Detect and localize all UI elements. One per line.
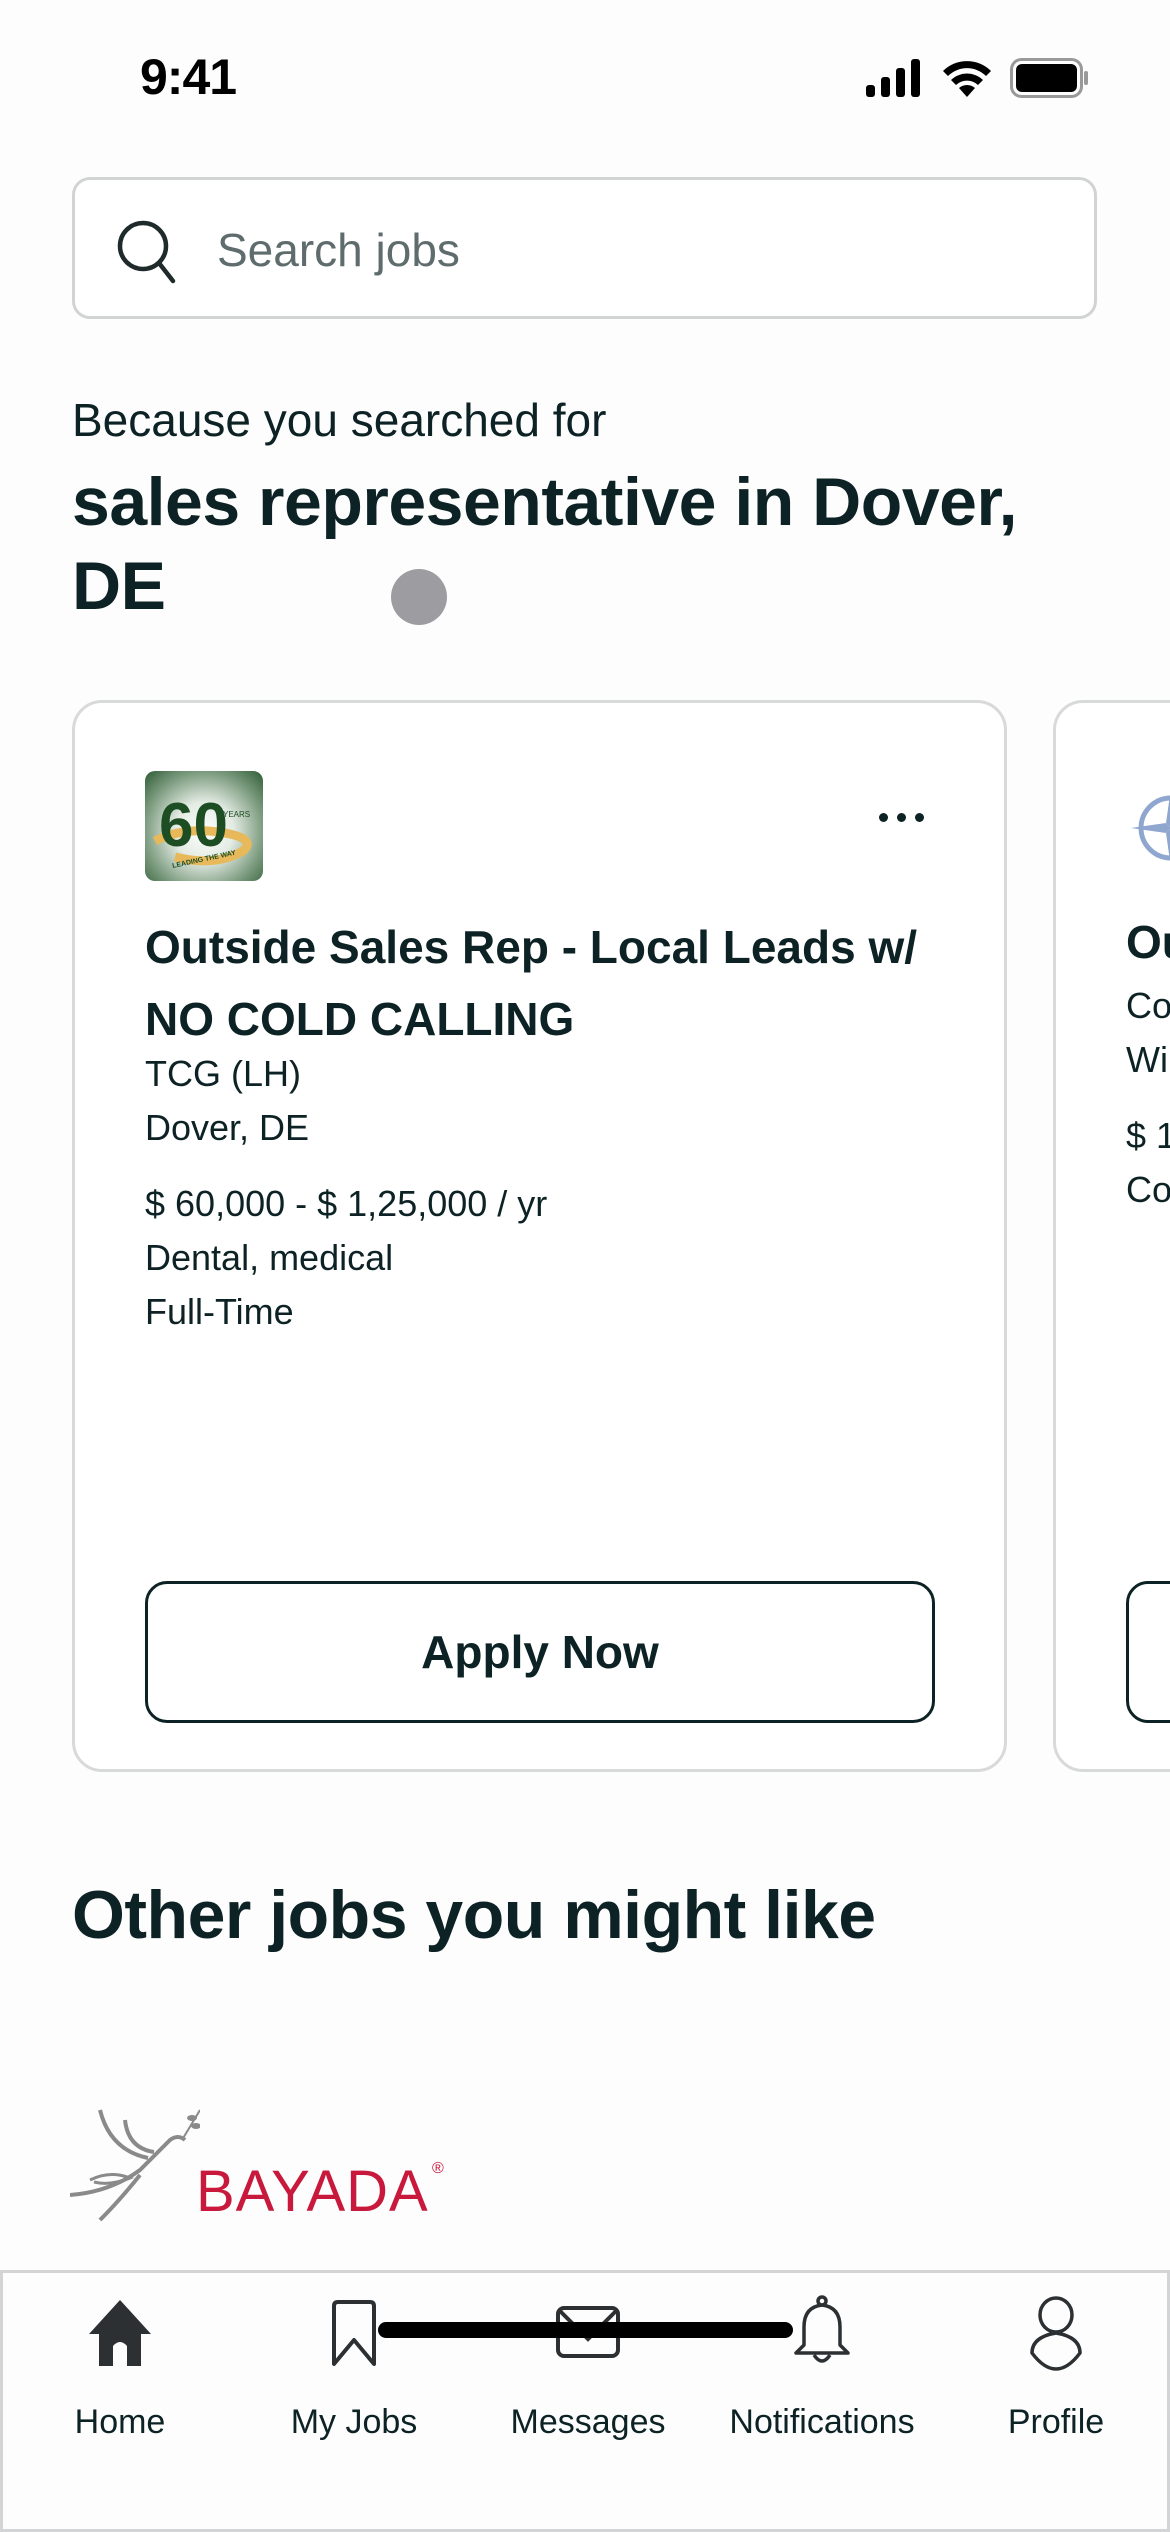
job-type: Full-Time [145,1291,294,1332]
apply-now-button[interactable]: Apply Now [145,1581,935,1723]
job-card[interactable]: Ou Co Wi $ 1 Co [1053,700,1170,1772]
status-icons [866,58,1090,98]
job-title[interactable]: Outside Sales Rep - Local Leads w/ NO CO… [145,911,945,1055]
home-icon [89,2300,151,2366]
more-horizontal-icon [915,813,924,822]
logo-years: YEARS [223,810,250,819]
job-pay: $ 60,000 - $ 1,25,000 / yr [145,1183,548,1224]
more-horizontal-icon [879,813,888,822]
search-input[interactable] [217,210,1057,290]
job-pay: $ 1 [1126,1115,1170,1156]
job-location: Dover, DE [145,1107,310,1148]
tab-label: Notifications [729,2403,915,2441]
job-benefits: Co [1126,1169,1170,1210]
job-location: Wi [1126,1039,1168,1080]
logo-number: 60 [159,791,228,860]
tab-label: Profile [1007,2403,1105,2441]
search-icon [117,220,176,284]
wifi-icon [943,61,991,97]
recommendation-query: sales representative in Dover, DE [72,464,1018,624]
section-title-other-jobs: Other jobs you might like [72,1877,876,1953]
compass-logo-icon [1131,795,1170,861]
tab-home[interactable]: Home [3,2293,237,2453]
tab-bar: Home My Jobs Messages Notifications Prof… [0,2270,1170,2532]
touch-indicator [391,569,447,625]
tab-label: My Jobs [290,2403,418,2441]
tab-label: Home [74,2403,166,2441]
apply-now-button[interactable] [1126,1581,1170,1723]
tab-my-jobs[interactable]: My Jobs [237,2293,471,2453]
tab-label: Messages [510,2403,666,2441]
job-card[interactable]: 60 YEARS LEADING THE WAY Outside Sales R… [72,700,1007,1772]
bayada-logo[interactable]: BAYADA ® [69,2100,450,2230]
bell-icon [794,2295,850,2363]
status-bar: 9:41 [0,0,1170,150]
more-horizontal-icon [897,813,906,822]
home-indicator[interactable] [378,2322,793,2338]
company-logo: 60 YEARS LEADING THE WAY [145,771,263,881]
job-company: Co [1126,985,1170,1026]
job-benefits: Dental, medical [145,1237,394,1278]
recommendation-intro: Because you searched for [72,394,607,446]
registered-mark: ® [432,2160,444,2177]
person-icon [1030,2296,1082,2371]
sixty-years-logo-icon: 60 YEARS LEADING THE WAY [152,791,252,870]
cellular-signal-icon [866,59,920,97]
dove-icon [69,2109,201,2222]
battery-icon [1010,58,1088,98]
bookmark-icon [332,2300,376,2366]
tab-messages[interactable]: Messages [471,2293,705,2453]
job-company: TCG (LH) [145,1053,301,1094]
tab-notifications[interactable]: Notifications [705,2293,939,2453]
status-time: 9:41 [140,49,237,105]
search-bar[interactable] [72,177,1097,319]
bayada-wordmark: BAYADA [196,2159,429,2224]
job-title[interactable]: Ou [1126,915,1170,969]
more-options-button[interactable] [879,813,924,822]
tab-profile[interactable]: Profile [939,2293,1170,2453]
